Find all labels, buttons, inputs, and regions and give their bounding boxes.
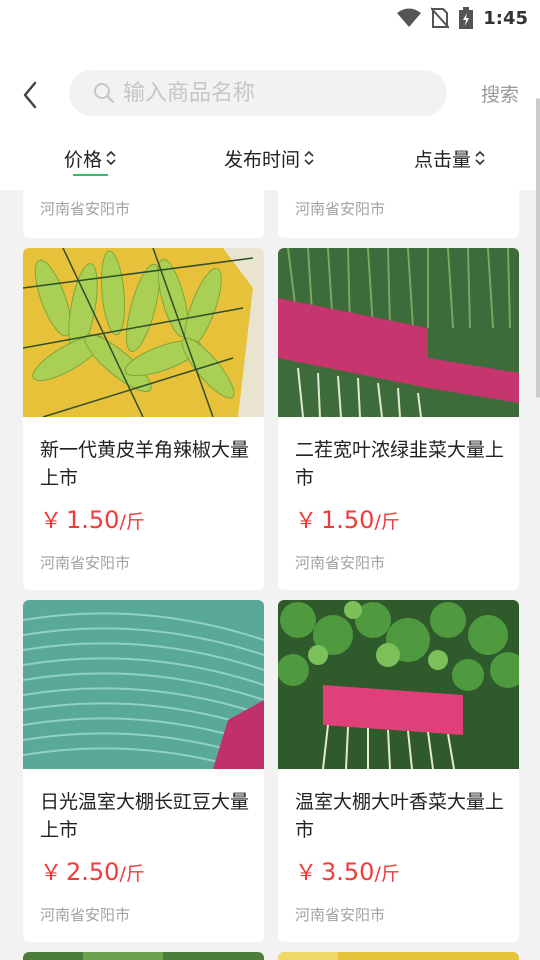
product-card[interactable]: 新一代黄皮羊角辣椒大量上市 ￥ 1.50 /斤 河南省安阳市 <box>23 248 264 590</box>
active-tab-indicator <box>73 174 108 176</box>
product-location: 河南省安阳市 <box>295 554 386 572</box>
product-card-partial[interactable]: 河南省安阳市 <box>278 190 519 238</box>
sort-arrows-icon <box>106 150 116 166</box>
search-icon <box>94 83 114 103</box>
product-image-partial <box>278 952 519 960</box>
price-currency: ￥ <box>40 509 63 534</box>
product-location: 河南省安阳市 <box>295 200 386 218</box>
chevron-left-icon <box>23 81 37 109</box>
product-title: 温室大棚大叶香菜大量上市 <box>295 791 505 841</box>
product-price: ￥ 3.50 /斤 <box>295 855 400 887</box>
price-unit: /斤 <box>119 863 145 885</box>
product-image-chives <box>278 248 519 417</box>
sort-tab-price[interactable]: 价格 <box>64 142 117 174</box>
product-location: 河南省安阳市 <box>40 200 131 218</box>
product-title: 二茬宽叶浓绿韭菜大量上市 <box>295 439 505 489</box>
back-button[interactable] <box>16 78 44 112</box>
product-card-partial[interactable] <box>278 952 519 960</box>
sort-tab-publish-time[interactable]: 发布时间 <box>224 142 315 174</box>
product-location: 河南省安阳市 <box>40 554 131 572</box>
wifi-icon <box>397 8 422 27</box>
product-image-partial <box>23 952 264 960</box>
sort-tab-clicks[interactable]: 点击量 <box>414 142 486 174</box>
product-title: 日光温室大棚长豇豆大量上市 <box>40 791 250 841</box>
price-unit: /斤 <box>374 511 400 533</box>
sort-arrows-icon <box>304 150 314 166</box>
product-location: 河南省安阳市 <box>40 906 131 924</box>
product-price: ￥ 1.50 /斤 <box>40 503 145 535</box>
product-card[interactable]: 二茬宽叶浓绿韭菜大量上市 ￥ 1.50 /斤 河南省安阳市 <box>278 248 519 590</box>
search-box[interactable] <box>69 70 447 116</box>
sort-tab-label: 价格 <box>64 148 103 171</box>
product-title: 新一代黄皮羊角辣椒大量上市 <box>40 439 250 489</box>
sort-tab-label: 点击量 <box>414 148 472 171</box>
product-card-partial[interactable] <box>23 952 264 960</box>
price-currency: ￥ <box>295 509 318 534</box>
no-sim-icon <box>431 7 450 29</box>
product-price: ￥ 2.50 /斤 <box>40 855 145 887</box>
product-image-long-beans <box>23 600 264 769</box>
screen: 1:45 搜索 价格 发布时间 <box>0 0 540 960</box>
sort-arrows-icon <box>475 150 485 166</box>
search-button[interactable]: 搜索 <box>481 80 519 107</box>
price-value: 2.50 <box>66 858 120 886</box>
status-time: 1:45 <box>483 7 528 29</box>
product-location: 河南省安阳市 <box>295 906 386 924</box>
battery-icon <box>459 7 474 29</box>
price-unit: /斤 <box>119 511 145 533</box>
price-currency: ￥ <box>40 861 63 886</box>
status-bar: 1:45 <box>0 0 540 38</box>
price-currency: ￥ <box>295 861 318 886</box>
price-value: 3.50 <box>321 858 375 886</box>
price-value: 1.50 <box>66 506 120 534</box>
scrollbar[interactable] <box>536 98 540 398</box>
product-card[interactable]: 日光温室大棚长豇豆大量上市 ￥ 2.50 /斤 河南省安阳市 <box>23 600 264 942</box>
sort-tab-label: 发布时间 <box>224 148 301 171</box>
product-price: ￥ 1.50 /斤 <box>295 503 400 535</box>
product-card-partial[interactable]: 河南省安阳市 <box>23 190 264 238</box>
product-image-coriander <box>278 600 519 769</box>
top-bar: 搜索 价格 发布时间 点击量 <box>0 38 540 190</box>
status-icons: 1:45 <box>397 6 528 30</box>
product-card[interactable]: 温室大棚大叶香菜大量上市 ￥ 3.50 /斤 河南省安阳市 <box>278 600 519 942</box>
price-unit: /斤 <box>374 863 400 885</box>
product-image-peppers <box>23 248 264 417</box>
search-input[interactable] <box>123 80 423 106</box>
price-value: 1.50 <box>321 506 375 534</box>
